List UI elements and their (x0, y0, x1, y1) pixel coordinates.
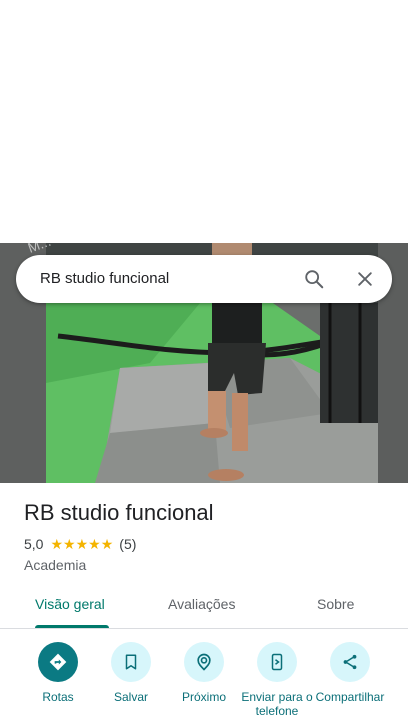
star-icon: ★ (100, 536, 114, 552)
share-label: Compartilhar (315, 690, 385, 704)
search-bar[interactable]: RB studio funcional (16, 255, 392, 303)
nearby-button[interactable]: Próximo (165, 642, 243, 704)
send-to-phone-icon (257, 642, 297, 682)
close-icon[interactable] (353, 267, 377, 291)
tab-about[interactable]: Sobre (317, 596, 354, 612)
tab-indicator (35, 625, 109, 628)
send-to-phone-button[interactable]: Enviar para o telefone (238, 642, 316, 718)
star-icon: ★ (88, 536, 101, 552)
directions-icon (38, 642, 78, 682)
star-icon: ★ (75, 536, 89, 552)
send-to-phone-label: Enviar para o telefone (241, 690, 313, 718)
review-count: (5) (119, 536, 137, 552)
directions-label: Rotas (42, 690, 74, 704)
place-category: Academia (24, 557, 87, 573)
save-button[interactable]: Salvar (92, 642, 170, 704)
nearby-icon (184, 642, 224, 682)
share-button[interactable]: Compartilhar (311, 642, 389, 718)
bookmark-icon (111, 642, 151, 682)
rating-stars: ★ ★ ★ ★ ★ (50, 537, 113, 551)
map-area[interactable] (0, 0, 408, 243)
directions-button[interactable]: Rotas (19, 642, 97, 704)
tab-overview[interactable]: Visão geral (35, 596, 105, 612)
tab-reviews[interactable]: Avaliações (168, 596, 235, 612)
rating-value: 5,0 (24, 536, 44, 552)
rating-row[interactable]: 5,0 ★ ★ ★ ★ ★ (5) (24, 536, 136, 552)
tab-bar: Visão geral Avaliações Sobre (0, 584, 408, 629)
search-icon[interactable] (302, 267, 326, 291)
share-icon (330, 642, 370, 682)
star-icon: ★ (63, 536, 76, 552)
search-input[interactable]: RB studio funcional (40, 270, 169, 287)
star-icon: ★ (50, 536, 64, 552)
nearby-label: Próximo (181, 690, 226, 704)
save-label: Salvar (113, 690, 148, 704)
place-title: RB studio funcional (24, 500, 214, 525)
